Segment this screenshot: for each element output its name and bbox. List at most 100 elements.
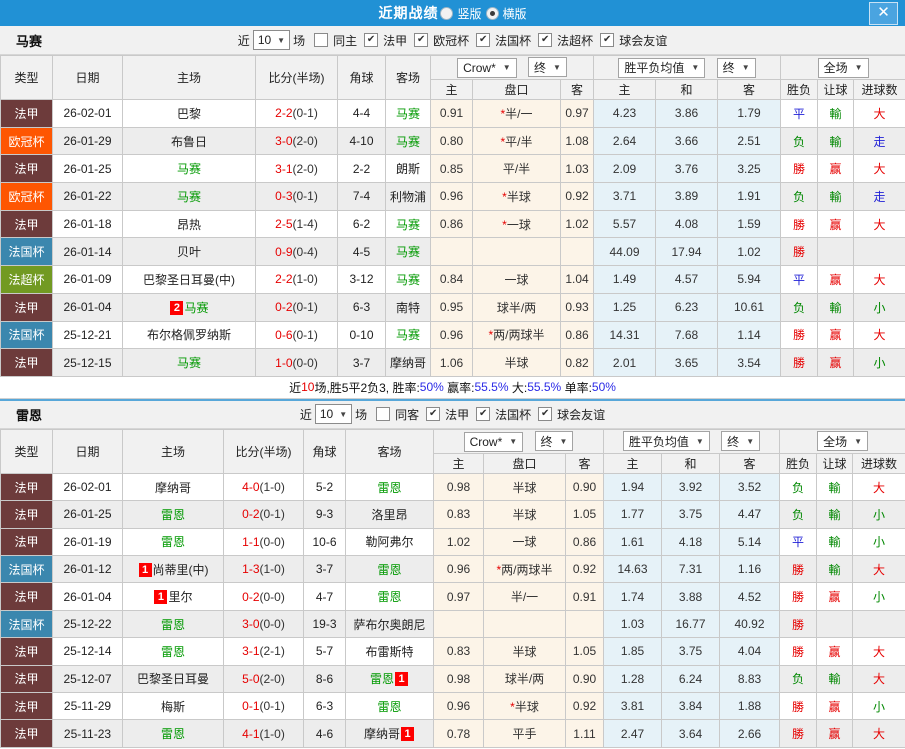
avg-final-select[interactable]: 终 ▼ bbox=[716, 57, 756, 78]
handicap-result-cell: 赢 bbox=[816, 719, 854, 748]
goals-result-cell: 大 bbox=[852, 719, 905, 748]
score-cell: 2-2(0-1) bbox=[255, 99, 338, 128]
league-label: 欧冠杯 bbox=[433, 33, 470, 48]
col-handicap: 盘口 bbox=[472, 79, 561, 100]
away-team-cell: 勒阿弗尔 bbox=[345, 527, 434, 557]
col-type: 类型 bbox=[0, 55, 53, 100]
avg-home-cell: 14.31 bbox=[593, 320, 656, 350]
col-home: 主场 bbox=[122, 55, 256, 100]
avg-home-cell: 2.09 bbox=[593, 154, 656, 184]
avg-select[interactable]: 胜平负均值 ▼ bbox=[622, 431, 710, 452]
team2-same-venue-checkbox[interactable]: ✔ bbox=[376, 407, 391, 422]
vertical-layout-radio[interactable] bbox=[440, 6, 454, 20]
avg-draw-cell: 3.65 bbox=[655, 348, 718, 377]
home-team-name: 雷恩 bbox=[160, 727, 185, 742]
result-cell: 负 bbox=[779, 500, 818, 529]
avg-away-cell: 3.52 bbox=[718, 472, 781, 502]
near-label: 近 bbox=[299, 407, 312, 422]
league-checkbox[interactable]: ✔ bbox=[600, 33, 615, 47]
handicap-result-cell: 輸 bbox=[817, 99, 855, 128]
table-row: 法超杯 26-01-09 巴黎圣日耳曼(中) 2-2(1-0) 3-12 马赛 0.84 一球… bbox=[0, 265, 905, 294]
away-team-cell: 马赛 bbox=[385, 99, 431, 128]
league-checkbox[interactable]: ✔ bbox=[476, 407, 491, 422]
away-team-name: 萨布尔奥朗尼 bbox=[353, 617, 426, 632]
away-odds-cell: 1.04 bbox=[560, 265, 594, 294]
col-corner: 角球 bbox=[303, 428, 346, 474]
corner-cell: 4-10 bbox=[337, 126, 386, 156]
odds-source-select[interactable]: Crow* ▼ bbox=[463, 431, 524, 452]
away-team-name: 马赛 bbox=[395, 272, 420, 287]
home-team-name: 马赛 bbox=[176, 162, 201, 177]
avg-group-header: 胜平负均值 ▼ 终 ▼ bbox=[602, 428, 781, 454]
league-checkbox[interactable]: ✔ bbox=[538, 407, 553, 422]
league-type-cell: 法甲 bbox=[0, 99, 53, 128]
avg-away-cell: 2.66 bbox=[718, 719, 781, 748]
full-score: 0-2 bbox=[242, 589, 260, 604]
handicap-cell bbox=[483, 609, 566, 639]
league-checkbox[interactable]: ✔ bbox=[476, 33, 491, 47]
goals-result-cell bbox=[853, 237, 905, 267]
check-icon: ✔ bbox=[478, 34, 488, 45]
scope-select[interactable]: 全场 ▼ bbox=[817, 431, 868, 452]
date-cell: 25-12-22 bbox=[52, 609, 123, 639]
league-type-cell: 法甲 bbox=[0, 664, 53, 694]
result-cell: 平 bbox=[780, 99, 819, 128]
home-odds-cell: 1.02 bbox=[433, 527, 484, 557]
horizontal-layout-radio[interactable] bbox=[485, 6, 499, 20]
full-score: 0-6 bbox=[275, 327, 293, 342]
summary-part: 50% bbox=[591, 380, 616, 395]
home-team-cell: 1 尚蒂里(中) bbox=[122, 555, 224, 584]
date-cell: 25-11-23 bbox=[52, 719, 123, 748]
summary-part: 55.5% bbox=[474, 380, 509, 395]
league-checkbox[interactable]: ✔ bbox=[364, 33, 379, 47]
avg-final-select[interactable]: 终 ▼ bbox=[721, 431, 761, 452]
corner-cell: 4-7 bbox=[303, 582, 346, 611]
avg-draw-cell: 3.88 bbox=[661, 582, 720, 611]
avg-away-cell: 4.47 bbox=[718, 500, 781, 529]
score-cell: 0-9(0-4) bbox=[255, 237, 338, 267]
away-odds-cell: 1.03 bbox=[560, 154, 594, 184]
odds-source-select[interactable]: Crow* ▼ bbox=[457, 57, 517, 78]
team1-same-venue-checkbox[interactable]: ✔ bbox=[314, 33, 329, 47]
home-odds-cell: 0.96 bbox=[430, 182, 473, 211]
avg-away-cell: 40.92 bbox=[718, 609, 781, 639]
league-checkbox[interactable]: ✔ bbox=[426, 407, 441, 422]
goals-result-cell: 小 bbox=[852, 500, 905, 529]
avg-draw-cell: 3.75 bbox=[661, 500, 720, 529]
avg-home-cell: 1.25 bbox=[593, 292, 656, 322]
close-icon[interactable]: ✕ bbox=[869, 2, 898, 25]
away-team-cell: 雷恩 bbox=[345, 691, 434, 721]
team2-match-count-select[interactable]: 10 ▼ bbox=[314, 404, 353, 425]
away-team-cell: 萨布尔奥朗尼 bbox=[345, 609, 434, 639]
away-odds-cell: 0.92 bbox=[565, 691, 604, 721]
score-cell: 1-3(1-0) bbox=[223, 555, 304, 584]
rank-badge: 2 bbox=[170, 300, 184, 315]
rank-badge: 1 bbox=[395, 672, 408, 687]
away-odds-cell: 0.93 bbox=[560, 292, 594, 322]
team1-match-count-select[interactable]: 10 ▼ bbox=[252, 30, 291, 50]
summary-part: 单率: bbox=[561, 380, 592, 395]
avg-draw-cell: 3.66 bbox=[655, 126, 718, 156]
avg-draw-cell: 7.68 bbox=[655, 320, 718, 350]
half-score: (0-1) bbox=[292, 327, 318, 342]
avg-select[interactable]: 胜平负均值 ▼ bbox=[618, 57, 706, 78]
league-checkbox[interactable]: ✔ bbox=[538, 33, 553, 47]
summary-part: 赢率: bbox=[443, 380, 475, 395]
scope-select[interactable]: 全场 ▼ bbox=[817, 57, 869, 78]
goals-result-cell: 小 bbox=[852, 527, 905, 557]
handicap-result-cell: 赢 bbox=[816, 582, 854, 611]
home-odds-cell: 0.91 bbox=[430, 99, 473, 128]
home-odds-cell: 0.78 bbox=[433, 719, 484, 748]
summary-part: 50% bbox=[419, 380, 444, 395]
home-team-name: 巴黎 bbox=[176, 106, 201, 121]
score-cell: 3-1(2-1) bbox=[223, 637, 304, 666]
team2-name: 雷恩 bbox=[16, 407, 43, 423]
odds-final-select[interactable]: 终 ▼ bbox=[528, 57, 567, 78]
star-mark: * bbox=[500, 106, 506, 121]
league-type-cell: 法甲 bbox=[0, 500, 53, 529]
odds-final-select[interactable]: 终 ▼ bbox=[534, 431, 574, 452]
league-checkbox[interactable]: ✔ bbox=[414, 33, 429, 47]
team1-same-venue-label: 同主 bbox=[333, 33, 358, 48]
away-odds-cell: 0.86 bbox=[565, 527, 604, 557]
col-odds-home: 主 bbox=[430, 79, 473, 100]
